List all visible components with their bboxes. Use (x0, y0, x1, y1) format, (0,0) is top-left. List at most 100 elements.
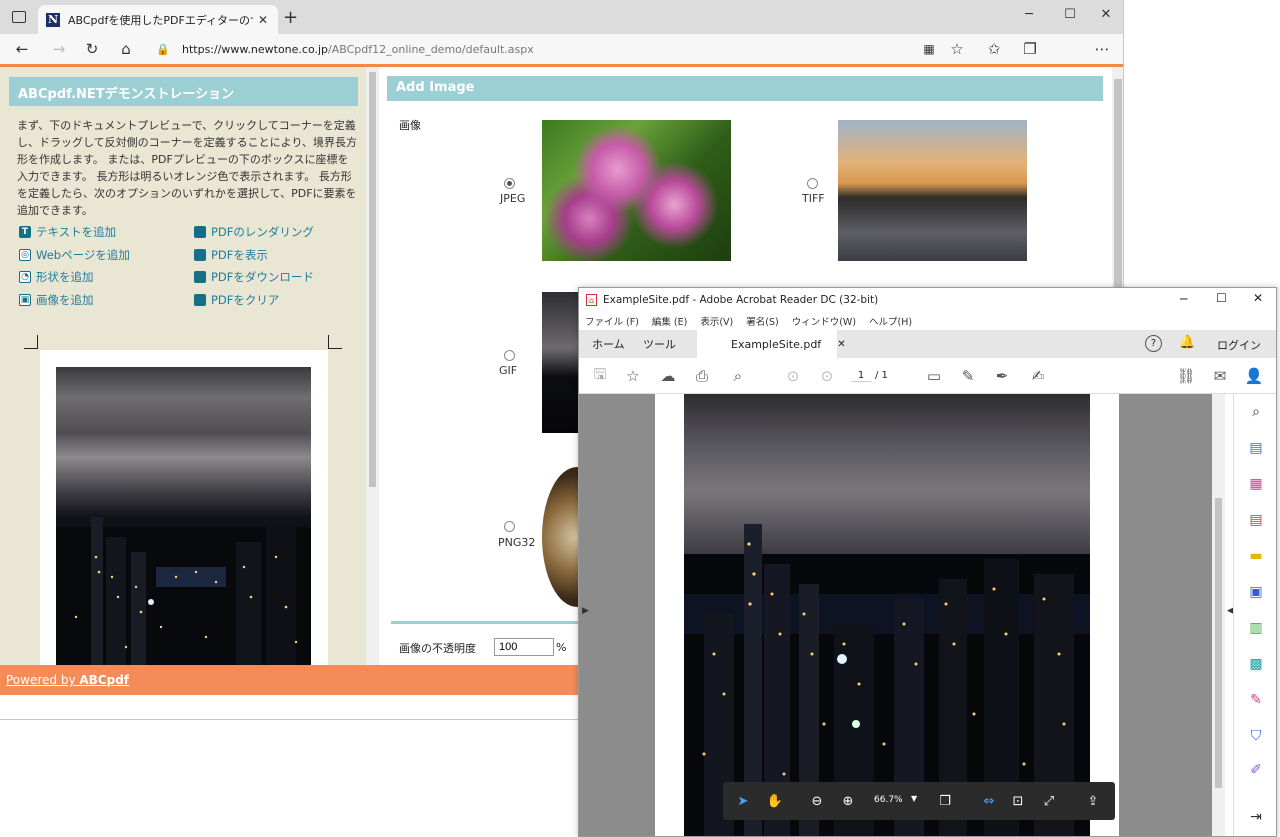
tab-close-icon[interactable]: ✕ (258, 13, 268, 27)
acrobat-scrollbar-thumb[interactable] (1215, 498, 1222, 788)
radio-jpeg[interactable] (504, 178, 515, 189)
left-scrollbar[interactable] (366, 67, 379, 665)
menu-window[interactable]: ウィンドウ(W) (792, 314, 856, 328)
new-tab-button[interactable]: + (283, 7, 298, 28)
protect-icon[interactable]: ⛉ (1246, 726, 1266, 746)
prev-page-icon[interactable]: ⊙ (782, 365, 804, 387)
create-pdf-icon[interactable]: ▤ (1246, 438, 1266, 458)
add-favorite-icon[interactable]: ☆ (946, 38, 968, 60)
comment-icon[interactable]: ▭ (923, 365, 945, 387)
select-pointer-icon[interactable]: ➤ (733, 791, 753, 811)
menu-sign[interactable]: 署名(S) (746, 314, 778, 328)
zoom-dropdown-icon[interactable]: ▼ (911, 794, 917, 803)
bookmark-star-icon[interactable]: ☆ (622, 365, 644, 387)
tiff-sunset-image[interactable] (838, 120, 1027, 261)
read-mode-icon[interactable]: ⇪ (1083, 791, 1103, 811)
left-scrollbar-thumb[interactable] (369, 72, 376, 487)
link-add-webpage[interactable]: ◎ Webページを追加 (19, 244, 130, 267)
link-clear-pdf[interactable]: PDFをクリア (194, 289, 314, 312)
zoom-in-icon[interactable]: ⊕ (838, 791, 858, 811)
minimize-icon[interactable]: ─ (1016, 4, 1042, 24)
tab-actions-icon[interactable] (12, 11, 26, 23)
acrobat-minimize-icon[interactable]: ─ (1180, 292, 1187, 306)
radio-png32[interactable] (504, 521, 515, 532)
favorites-icon[interactable]: ✩ (983, 38, 1005, 60)
search-icon[interactable]: ⌕ (727, 365, 749, 387)
fit-width-icon[interactable]: ⇔ (979, 791, 999, 811)
document-viewport[interactable]: ▶ (579, 394, 1225, 836)
right-scrollbar-thumb[interactable] (1114, 79, 1122, 309)
acrobat-titlebar: ⌂ ExampleSite.pdf - Adobe Acrobat Reader… (579, 288, 1276, 312)
edit-tool-icon[interactable]: ✐ (1246, 760, 1266, 780)
tab-document-close-icon[interactable]: ✕ (837, 339, 845, 350)
link-view-pdf[interactable]: PDFを表示 (194, 244, 314, 267)
link-add-image[interactable]: ▣ 画像を追加 (19, 289, 130, 312)
tab-document[interactable]: ExampleSite.pdf ✕ (697, 330, 846, 358)
refresh-icon[interactable]: ↻ (81, 38, 103, 60)
acrobat-close-icon[interactable]: ✕ (1253, 291, 1263, 305)
add-user-icon[interactable]: 👤 (1243, 365, 1265, 387)
browser-tab[interactable]: N ABCpdfを使用したPDFエディターのサ ✕ (38, 5, 278, 34)
fit-page-icon[interactable]: ⊡ (1008, 791, 1028, 811)
notification-bell-icon[interactable]: 🔔 (1179, 335, 1195, 350)
jpeg-orchid-image[interactable] (542, 120, 731, 261)
page-thumbnails-icon[interactable]: ❐ (935, 791, 955, 811)
collections-icon[interactable]: ❐ (1019, 38, 1041, 60)
label-gif: GIF (499, 364, 518, 377)
fill-sign-icon[interactable]: ✍ (1027, 365, 1049, 387)
organize-pages-icon[interactable]: ▦ (1246, 474, 1266, 494)
fill-sign-tool-icon[interactable]: ✎ (1246, 690, 1266, 710)
link-render-pdf[interactable]: PDFのレンダリング (194, 221, 314, 244)
acrobat-maximize-icon[interactable]: ☐ (1216, 291, 1227, 305)
rail-expand-icon[interactable]: ⇥ (1246, 807, 1266, 827)
left-panel-toggle-icon[interactable]: ▶ (582, 606, 589, 616)
highlight-icon[interactable]: ✎ (957, 365, 979, 387)
opacity-input[interactable] (494, 638, 554, 656)
zoom-out-icon[interactable]: ⊖ (807, 791, 827, 811)
link-label: PDFのレンダリング (211, 225, 314, 240)
link-add-text[interactable]: T テキストを追加 (19, 221, 130, 244)
menu-edit[interactable]: 編集 (E) (652, 314, 687, 328)
gif-image[interactable] (542, 292, 582, 433)
menu-file[interactable]: ファイル (F) (585, 314, 639, 328)
tab-tools[interactable]: ツール (643, 330, 676, 358)
tab-home[interactable]: ホーム (592, 330, 625, 358)
acrobat-scrollbar[interactable] (1212, 394, 1225, 836)
link-download-pdf[interactable]: PDFをダウンロード (194, 266, 314, 289)
more-menu-icon[interactable]: ⋯ (1091, 38, 1113, 60)
help-icon[interactable]: ? (1145, 335, 1162, 352)
radio-gif[interactable] (504, 350, 515, 361)
qr-icon[interactable]: ▦ (918, 38, 940, 60)
print-icon[interactable]: ⎙ (691, 365, 713, 387)
comment-tool-icon[interactable]: ▬ (1246, 546, 1266, 566)
radio-tiff[interactable] (807, 178, 818, 189)
export-pdf-icon[interactable]: ▤ (1246, 510, 1266, 530)
link-add-shape[interactable]: ◔ 形状を追加 (19, 266, 130, 289)
close-window-icon[interactable]: ✕ (1093, 4, 1119, 24)
url-field[interactable]: 🔒 https://www.newtone.co.jp/ABCpdf12_onl… (150, 37, 970, 61)
maximize-icon[interactable]: ☐ (1057, 4, 1083, 24)
render-icon (194, 226, 206, 239)
combine-files-icon[interactable]: ▣ (1246, 582, 1266, 602)
zoom-search-icon[interactable]: ⌕ (1246, 402, 1266, 422)
zoom-level[interactable]: 66.7% (874, 795, 903, 805)
acrobat-title: ExampleSite.pdf - Adobe Acrobat Reader D… (603, 294, 879, 306)
home-icon[interactable]: ⌂ (115, 38, 137, 60)
login-button[interactable]: ログイン (1217, 337, 1261, 353)
next-page-icon[interactable]: ⊙ (816, 365, 838, 387)
back-icon[interactable]: ← (11, 38, 33, 60)
upload-cloud-icon[interactable]: ☁ (657, 365, 679, 387)
share-link-icon[interactable]: ⛓ (1175, 365, 1197, 387)
full-screen-icon[interactable]: ⤢ (1039, 791, 1059, 811)
page-number-input[interactable]: 1 (851, 370, 871, 382)
scan-ocr-icon[interactable]: ▩ (1246, 654, 1266, 674)
menu-view[interactable]: 表示(V) (700, 314, 733, 328)
save-icon[interactable]: 🖫 (589, 365, 611, 387)
hand-tool-icon[interactable]: ✋ (765, 791, 785, 811)
email-icon[interactable]: ✉ (1209, 365, 1231, 387)
compress-icon[interactable]: ▥ (1246, 618, 1266, 638)
menu-help[interactable]: ヘルプ(H) (869, 314, 912, 328)
powered-by-link[interactable]: Powered by ABCpdf (6, 673, 129, 687)
preview-city-image (56, 367, 311, 665)
draw-icon[interactable]: ✒ (991, 365, 1013, 387)
